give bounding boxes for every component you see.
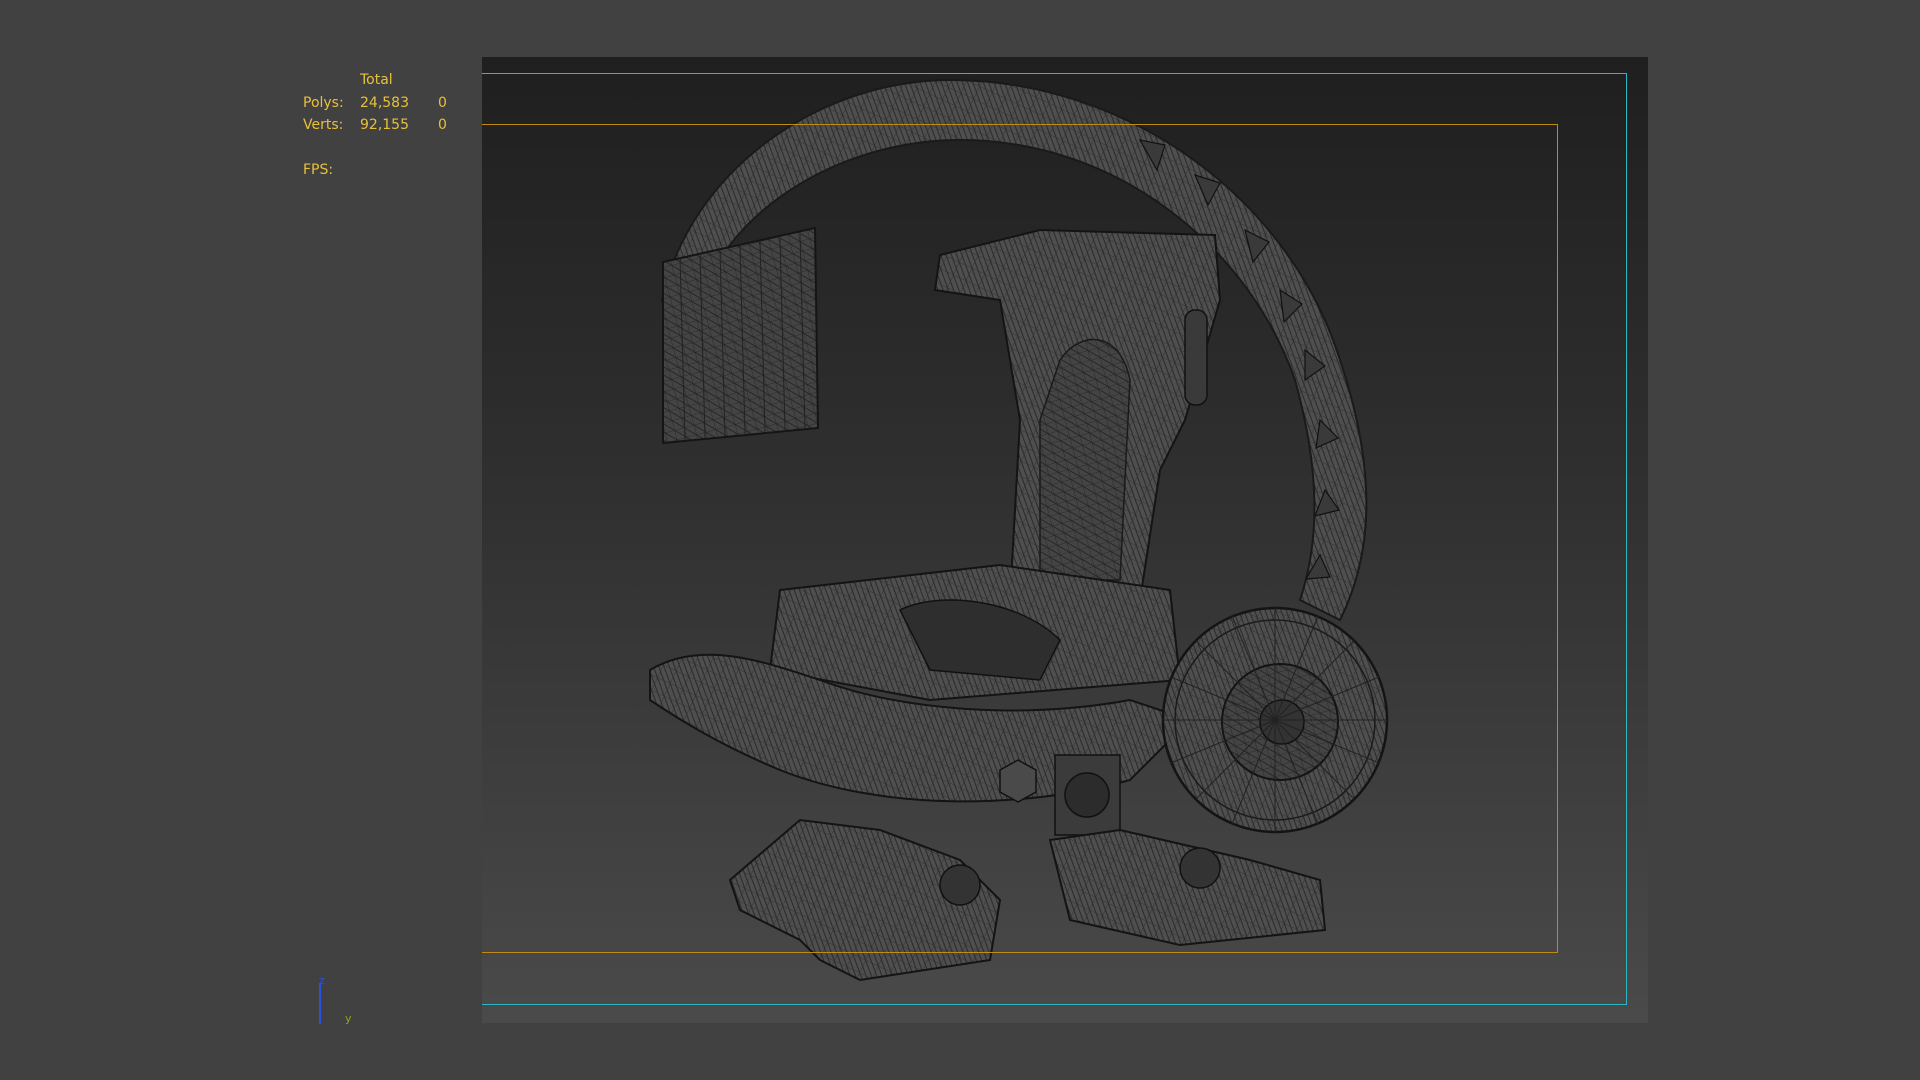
gaming-chair-wireframe-icon[interactable]: [482, 57, 1648, 1023]
y-axis-label: y: [345, 1012, 352, 1025]
render-region[interactable]: [482, 57, 1648, 1023]
verts-total: 92,155: [360, 117, 409, 133]
axis-tripod-icon: z y: [319, 974, 352, 1025]
polys-label: Polys:: [303, 94, 344, 111]
z-axis-label: z: [319, 974, 325, 987]
polys-selected: 0: [438, 94, 447, 111]
verts-selected: 0: [438, 117, 447, 133]
viewport[interactable]: Total Polys: 24,583 0 Verts: 92,155 0 FP…: [0, 0, 1920, 1080]
polys-total: 24,583: [360, 94, 409, 111]
stats-total-header: Total: [360, 72, 393, 88]
fps-label: FPS:: [303, 162, 334, 178]
verts-label: Verts:: [303, 117, 344, 133]
